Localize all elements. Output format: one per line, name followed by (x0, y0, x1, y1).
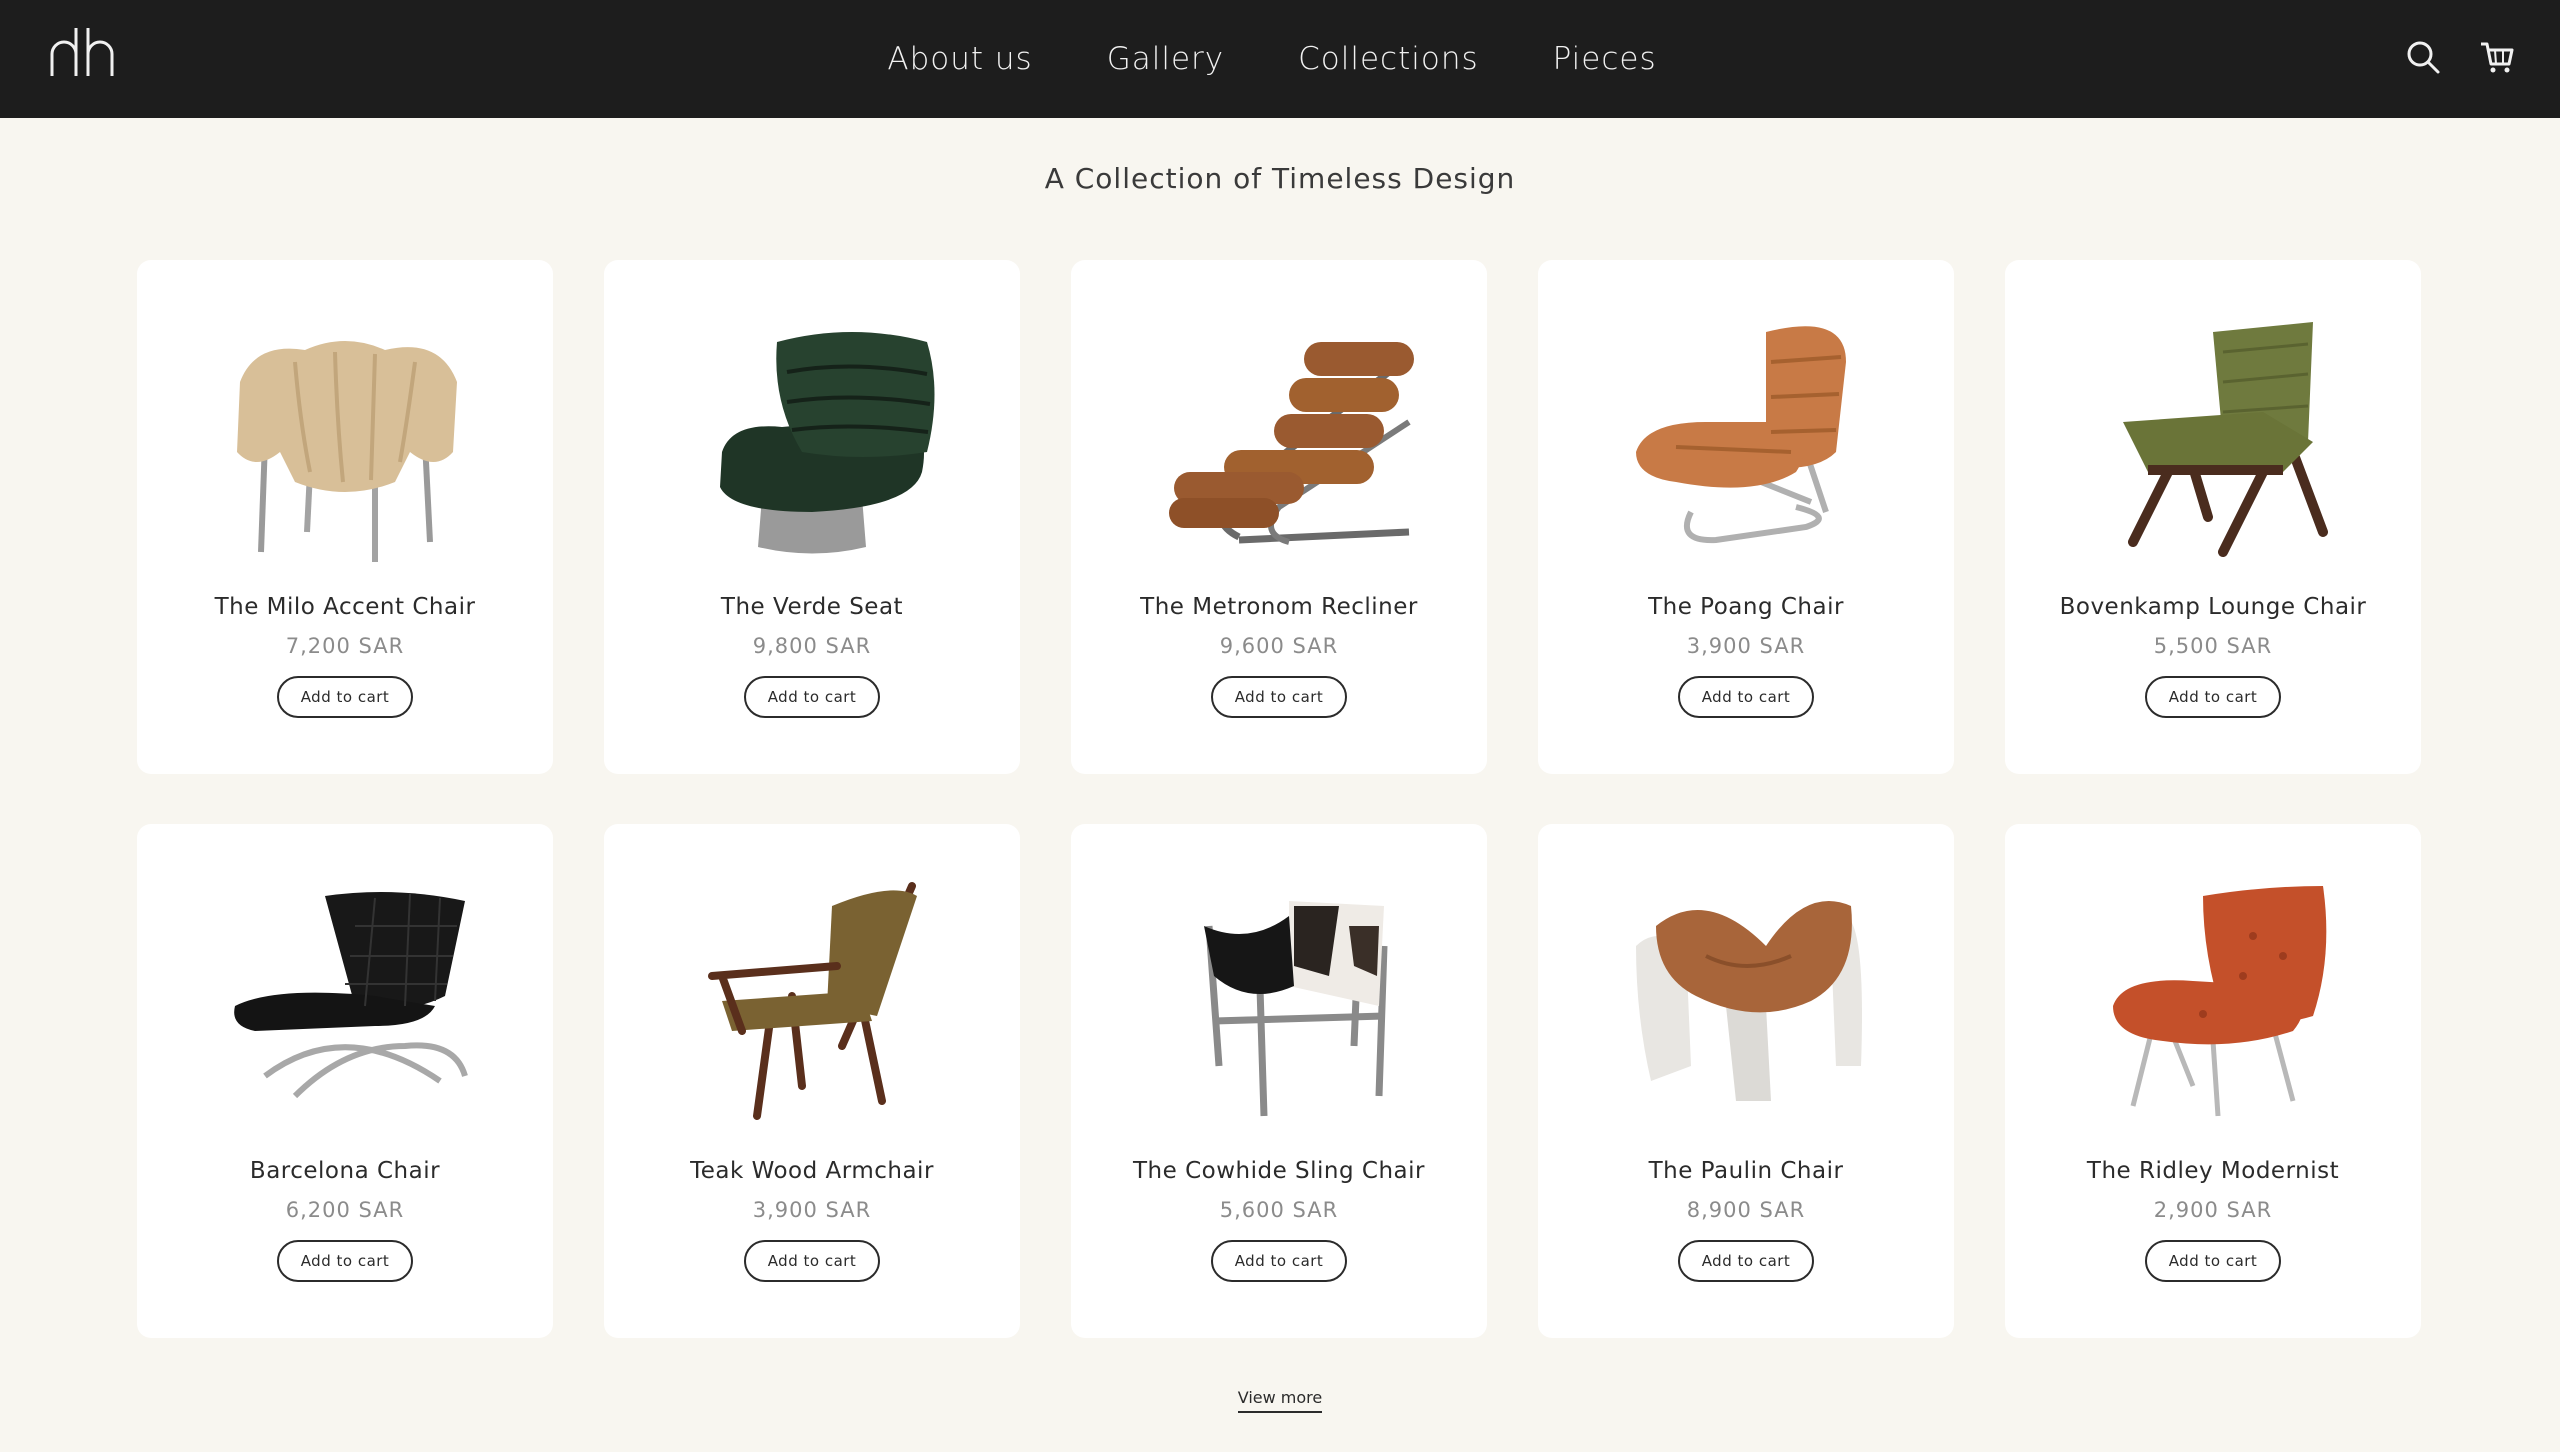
product-image[interactable] (2063, 866, 2363, 1126)
nav-about-us[interactable]: About us (887, 41, 1032, 77)
lounge-chair-icon (1636, 901, 1862, 1101)
product-image[interactable] (662, 866, 962, 1126)
sling-chair-icon (1204, 901, 1388, 1117)
product-image[interactable] (2063, 302, 2363, 562)
add-to-cart-button[interactable]: Add to cart (276, 1240, 414, 1282)
product-name: The Milo Accent Chair (214, 594, 476, 620)
product-image[interactable] (662, 302, 962, 562)
product-name: The Ridley Modernist (2086, 1158, 2340, 1184)
product-price: 2,900 SAR (2153, 1198, 2273, 1222)
armchair-icon (708, 882, 917, 1120)
product-price: 5,600 SAR (1219, 1198, 1339, 1222)
add-to-cart-button[interactable]: Add to cart (1210, 1240, 1348, 1282)
cart-icon[interactable] (2478, 38, 2516, 76)
product-card[interactable]: Barcelona Chair 6,200 SAR Add to cart (137, 824, 553, 1338)
add-to-cart-button[interactable]: Add to cart (2144, 676, 2282, 718)
product-price: 7,200 SAR (285, 634, 405, 658)
lounge-chair-icon (2123, 322, 2328, 557)
armchair-icon (720, 332, 935, 554)
view-more-container: View more (0, 1388, 2560, 1413)
product-image[interactable] (1129, 302, 1429, 562)
product-card[interactable]: The Cowhide Sling Chair 5,600 SAR Add to… (1071, 824, 1487, 1338)
product-price: 9,800 SAR (752, 634, 872, 658)
armchair-icon (234, 892, 468, 1099)
search-icon[interactable] (2404, 38, 2442, 76)
product-card[interactable]: Bovenkamp Lounge Chair 5,500 SAR Add to … (2005, 260, 2421, 774)
product-card[interactable]: Teak Wood Armchair 3,900 SAR Add to cart (604, 824, 1020, 1338)
nav-pieces[interactable]: Pieces (1553, 41, 1657, 77)
view-more-link[interactable]: View more (1237, 1388, 1323, 1413)
main-nav: About us Gallery Collections Pieces (0, 0, 2560, 118)
product-name: The Cowhide Sling Chair (1132, 1158, 1425, 1184)
lounge-chair-icon (2113, 886, 2327, 1117)
armchair-icon (237, 341, 457, 562)
product-card[interactable]: The Ridley Modernist 2,900 SAR Add to ca… (2005, 824, 2421, 1338)
product-name: Teak Wood Armchair (690, 1158, 934, 1184)
page-title: A Collection of Timeless Design (1044, 162, 1516, 195)
product-image[interactable] (1596, 866, 1896, 1126)
product-name: Bovenkamp Lounge Chair (2059, 594, 2367, 620)
nav-gallery[interactable]: Gallery (1107, 41, 1224, 77)
product-price: 3,900 SAR (752, 1198, 872, 1222)
add-to-cart-button[interactable]: Add to cart (1677, 1240, 1815, 1282)
add-to-cart-button[interactable]: Add to cart (1210, 676, 1348, 718)
product-image[interactable] (1129, 866, 1429, 1126)
lounge-chair-icon (1636, 326, 1846, 544)
product-price: 5,500 SAR (2153, 634, 2273, 658)
add-to-cart-button[interactable]: Add to cart (276, 676, 414, 718)
nav-icons (2404, 38, 2516, 76)
product-card[interactable]: The Verde Seat 9,800 SAR Add to cart (604, 260, 1020, 774)
add-to-cart-button[interactable]: Add to cart (2144, 1240, 2282, 1282)
recliner-icon (1169, 342, 1414, 545)
product-card[interactable]: The Poang Chair 3,900 SAR Add to cart (1538, 260, 1954, 774)
product-name: The Paulin Chair (1648, 1158, 1844, 1184)
add-to-cart-button[interactable]: Add to cart (743, 676, 881, 718)
product-card[interactable]: The Metronom Recliner 9,600 SAR Add to c… (1071, 260, 1487, 774)
product-price: 9,600 SAR (1219, 634, 1339, 658)
product-name: The Metronom Recliner (1140, 594, 1418, 620)
product-image[interactable] (195, 866, 495, 1126)
product-card[interactable]: The Paulin Chair 8,900 SAR Add to cart (1538, 824, 1954, 1338)
product-name: Barcelona Chair (249, 1158, 441, 1184)
product-price: 6,200 SAR (285, 1198, 405, 1222)
add-to-cart-button[interactable]: Add to cart (1677, 676, 1815, 718)
product-image[interactable] (1596, 302, 1896, 562)
product-name: The Verde Seat (720, 594, 904, 620)
product-grid: The Milo Accent Chair 7,200 SAR Add to c… (137, 260, 2421, 1338)
product-card[interactable]: The Milo Accent Chair 7,200 SAR Add to c… (137, 260, 553, 774)
nav-collections[interactable]: Collections (1298, 41, 1479, 77)
product-price: 3,900 SAR (1686, 634, 1806, 658)
top-navbar: About us Gallery Collections Pieces (0, 0, 2560, 118)
product-price: 8,900 SAR (1686, 1198, 1806, 1222)
product-image[interactable] (195, 302, 495, 562)
product-name: The Poang Chair (1648, 594, 1844, 620)
add-to-cart-button[interactable]: Add to cart (743, 1240, 881, 1282)
